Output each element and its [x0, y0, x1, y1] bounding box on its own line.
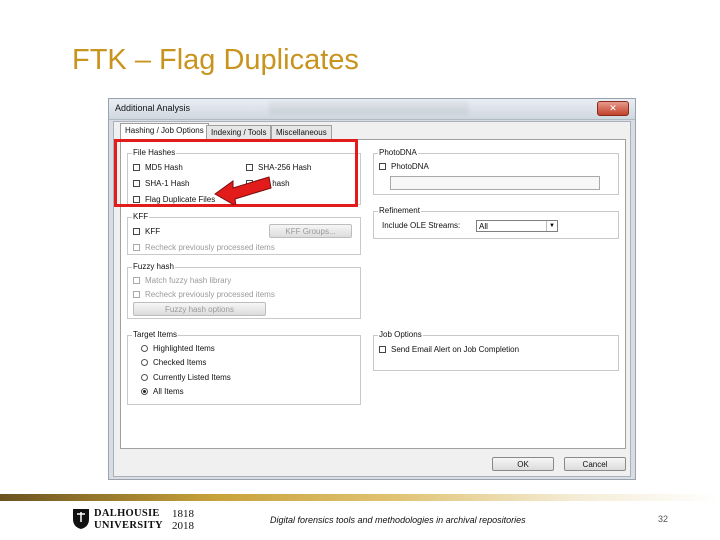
kff-recheck-option[interactable]: Recheck previously processed items	[133, 243, 275, 252]
window-titlebar: Additional Analysis ✕	[109, 99, 635, 120]
target-currently-listed-items[interactable]: Currently Listed Items	[141, 373, 231, 382]
ole-streams-label: Include OLE Streams:	[382, 221, 461, 230]
red-arrow-icon	[214, 176, 272, 205]
tab-miscellaneous[interactable]: Miscellaneous	[271, 125, 332, 140]
tab-hashing-job-options[interactable]: Hashing / Job Options	[120, 123, 209, 140]
page-number: 32	[658, 514, 669, 524]
logo-line2: UNIVERSITY	[94, 520, 163, 531]
ole-streams-value: All	[479, 222, 488, 231]
screenshot-window: Additional Analysis ✕ Hashing / Job Opti…	[108, 98, 636, 480]
kff-group: KFF KFF KFF Groups... Recheck previously…	[127, 212, 361, 255]
email-alert-option[interactable]: Send Email Alert on Job Completion	[379, 345, 519, 354]
photodna-label: PhotoDNA	[378, 148, 418, 157]
target-highlighted-items[interactable]: Highlighted Items	[141, 344, 215, 353]
target-all-items[interactable]: All Items	[141, 387, 184, 396]
email-alert-label: Send Email Alert on Job Completion	[391, 345, 520, 354]
window-title: Additional Analysis	[115, 103, 191, 113]
checkbox-icon[interactable]	[133, 277, 140, 284]
kff-option[interactable]: KFF	[133, 227, 160, 236]
checkbox-icon[interactable]	[379, 163, 386, 170]
checkbox-icon[interactable]	[133, 244, 140, 251]
target-items-group: Target Items Highlighted Items Checked I…	[127, 330, 361, 405]
photodna-textbox[interactable]	[390, 176, 600, 190]
all-items-label: All Items	[153, 387, 184, 396]
checkbox-icon[interactable]	[379, 346, 386, 353]
fuzzy-hash-options-button[interactable]: Fuzzy hash options	[133, 302, 266, 316]
checkbox-icon[interactable]	[133, 291, 140, 298]
checked-items-label: Checked Items	[153, 358, 207, 367]
highlighted-items-label: Highlighted Items	[153, 344, 215, 353]
checkbox-icon[interactable]	[133, 228, 140, 235]
fuzzy-hash-group-label: Fuzzy hash	[132, 262, 175, 271]
crest-icon	[73, 509, 89, 529]
match-fuzzy-library-option[interactable]: Match fuzzy hash library	[133, 276, 231, 285]
currently-listed-items-label: Currently Listed Items	[153, 373, 231, 382]
refinement-label: Refinement	[378, 206, 421, 215]
radio-icon[interactable]	[141, 345, 148, 352]
fuzzy-recheck-label: Recheck previously processed items	[145, 290, 275, 299]
job-options-label: Job Options	[378, 330, 423, 339]
ole-streams-select[interactable]: All ▼	[476, 220, 558, 232]
target-items-label: Target Items	[132, 330, 179, 339]
match-fuzzy-library-label: Match fuzzy hash library	[145, 276, 232, 285]
kff-groups-button[interactable]: KFF Groups...	[269, 224, 352, 238]
radio-icon[interactable]	[141, 374, 148, 381]
radio-selected-icon[interactable]	[141, 388, 148, 395]
fuzzy-recheck-option[interactable]: Recheck previously processed items	[133, 290, 275, 299]
slide-title: FTK – Flag Duplicates	[72, 44, 359, 76]
tab-indexing-tools[interactable]: Indexing / Tools	[206, 125, 272, 140]
logo-line1: DALHOUSIE	[94, 508, 160, 519]
job-options-group: Job Options Send Email Alert on Job Comp…	[373, 330, 619, 371]
background-window-title	[269, 101, 469, 115]
refinement-group: Refinement Include OLE Streams: All ▼	[373, 206, 619, 239]
ok-button[interactable]: OK	[492, 457, 554, 471]
photodna-checkbox-label: PhotoDNA	[391, 162, 429, 171]
footer-bar	[0, 494, 720, 501]
footer-text: Digital forensics tools and methodologie…	[270, 515, 526, 525]
cancel-button[interactable]: Cancel	[564, 457, 626, 471]
kff-label: KFF	[132, 212, 150, 221]
logo-year2: 2018	[172, 520, 194, 532]
close-icon[interactable]: ✕	[597, 101, 629, 116]
photodna-option[interactable]: PhotoDNA	[379, 162, 429, 171]
chevron-down-icon[interactable]: ▼	[546, 221, 557, 231]
kff-recheck-label: Recheck previously processed items	[145, 243, 275, 252]
radio-icon[interactable]	[141, 359, 148, 366]
fuzzy-hash-group: Fuzzy hash Match fuzzy hash library Rech…	[127, 262, 361, 319]
target-checked-items[interactable]: Checked Items	[141, 358, 206, 367]
logo-year1: 1818	[172, 508, 194, 520]
kff-checkbox-label: KFF	[145, 227, 161, 236]
photodna-group: PhotoDNA PhotoDNA	[373, 148, 619, 195]
